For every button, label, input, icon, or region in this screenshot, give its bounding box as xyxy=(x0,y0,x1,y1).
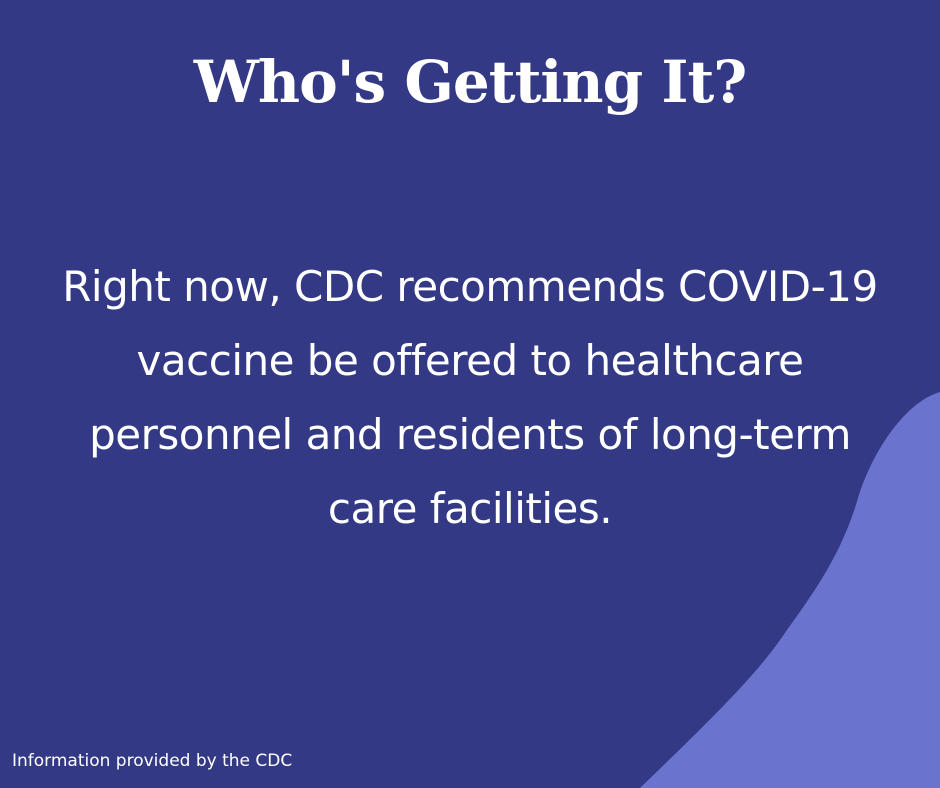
main-message: Right now, CDC recommends COVID-19 vacci… xyxy=(62,262,878,533)
page-title: Who's Getting It? xyxy=(193,48,747,116)
source-credit: Information provided by the CDC xyxy=(12,751,293,771)
graphic-canvas: Who's Getting It? Right now, CDC recomme… xyxy=(0,0,940,788)
